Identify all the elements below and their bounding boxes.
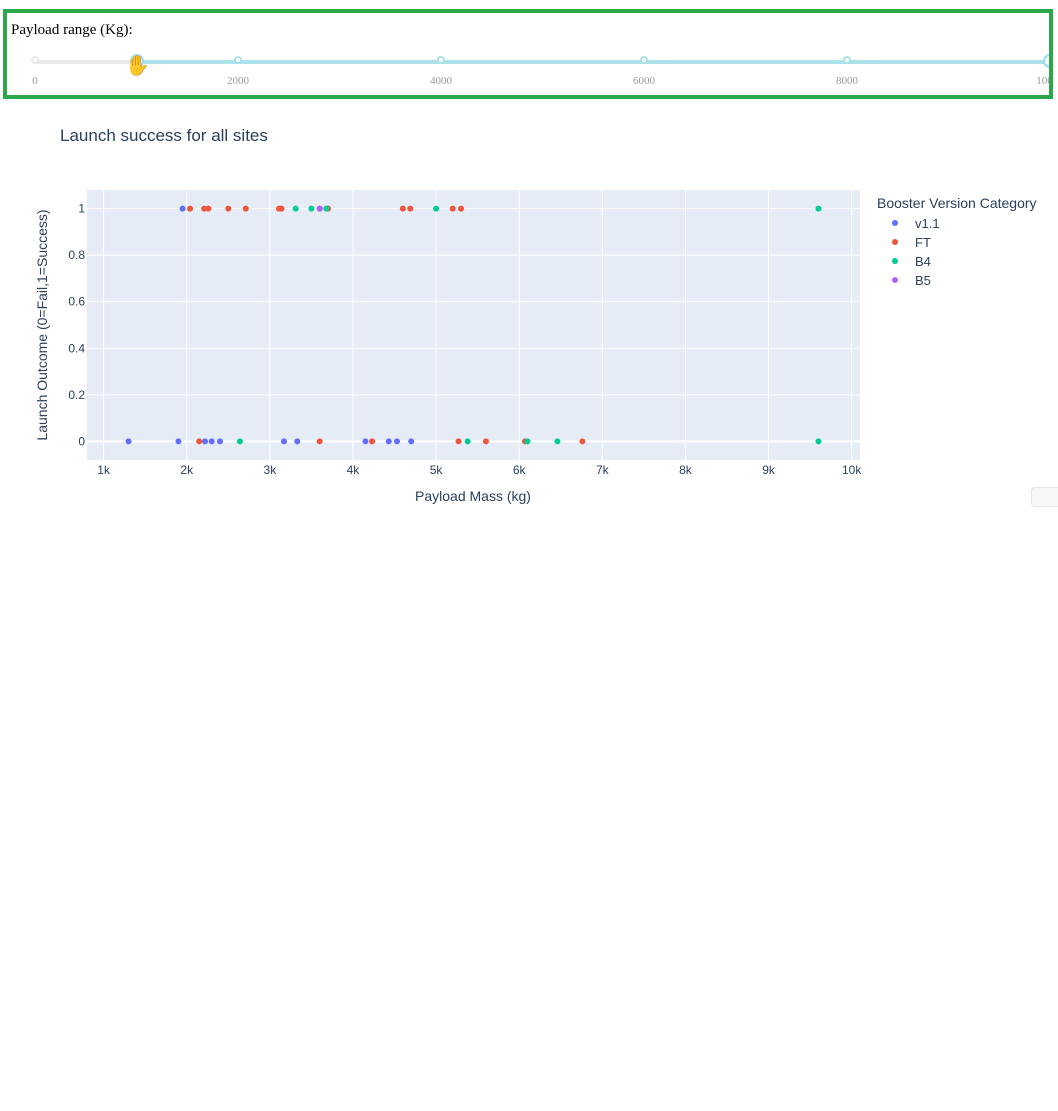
slider-mark-dot[interactable] (437, 56, 445, 64)
y-tick-label: 0.8 (68, 248, 85, 262)
data-point[interactable] (362, 438, 369, 445)
legend-marker (892, 220, 898, 226)
y-axis-ticks: 0 0.2 0.4 0.6 0.8 1 (68, 202, 85, 449)
data-point[interactable] (458, 205, 465, 212)
data-point[interactable] (385, 438, 392, 445)
slider-handle-min[interactable] (129, 54, 144, 68)
data-point[interactable] (280, 438, 287, 445)
slider-mark-label: 0 (32, 75, 38, 87)
data-point[interactable] (216, 438, 223, 445)
slider-handle-max[interactable] (1043, 54, 1049, 68)
data-point[interactable] (524, 438, 531, 445)
data-point[interactable] (278, 205, 285, 212)
data-point[interactable] (196, 438, 203, 445)
payload-range-panel: Payload range (Kg): 0 2000 4000 6000 8000 100… (3, 9, 1053, 99)
data-point[interactable] (579, 438, 586, 445)
series-B5 (316, 205, 323, 212)
legend-item[interactable]: v1.1 (892, 216, 940, 231)
x-tick-label: 2k (180, 463, 194, 477)
data-point[interactable] (179, 205, 186, 212)
data-point[interactable] (408, 438, 415, 445)
data-point[interactable] (208, 438, 215, 445)
slider-mark-dot[interactable] (234, 56, 242, 64)
data-point[interactable] (433, 205, 440, 212)
legend-item[interactable]: B4 (892, 254, 931, 269)
data-point[interactable] (399, 205, 406, 212)
x-axis-ticks: 1k 2k 3k 4k 5k 6k 7k 8k 9k 10k (97, 463, 862, 477)
data-point[interactable] (815, 205, 822, 212)
legend-marker (892, 239, 898, 245)
slider-mark-dot[interactable] (843, 56, 851, 64)
data-point[interactable] (449, 205, 456, 212)
data-point[interactable] (236, 438, 243, 445)
x-tick-label: 4k (347, 463, 361, 477)
modebar-button[interactable] (1031, 487, 1058, 507)
slider-mark-label: 4000 (430, 75, 452, 87)
data-point[interactable] (308, 205, 315, 212)
legend-label: v1.1 (915, 216, 940, 231)
y-tick-label: 0.2 (68, 388, 85, 402)
slider-mark-label: 6000 (633, 75, 655, 87)
legend-marker (892, 258, 898, 264)
x-tick-label: 8k (679, 463, 693, 477)
x-axis-label: Payload Mass (kg) (415, 488, 531, 504)
y-tick-label: 0 (78, 434, 85, 448)
data-point[interactable] (225, 205, 232, 212)
x-tick-label: 5k (430, 463, 444, 477)
slider-mark-label: 10000 (1036, 75, 1053, 87)
x-tick-label: 7k (596, 463, 610, 477)
data-point[interactable] (175, 438, 182, 445)
x-tick-label: 10k (842, 463, 862, 477)
x-tick-label: 3k (264, 463, 278, 477)
data-point[interactable] (202, 438, 209, 445)
x-tick-label: 6k (513, 463, 527, 477)
y-tick-label: 0.4 (68, 341, 85, 355)
payload-range-label: Payload range (Kg): (11, 22, 133, 38)
scatter-chart: Launch success for all sites 1k 2k 3k 4k 5k 6… (34, 126, 1037, 504)
legend: v1.1 FT B4 B5 (892, 216, 940, 288)
y-axis-label: Launch Outcome (0=Fail,1=Success) (34, 209, 50, 440)
slider-track[interactable] (136, 60, 1049, 64)
legend-title: Booster Version Category (877, 195, 1037, 211)
slider-mark-label: 2000 (227, 75, 249, 87)
slider-mark-dot[interactable] (31, 56, 39, 64)
legend-item[interactable]: FT (892, 235, 931, 250)
data-point[interactable] (407, 205, 414, 212)
legend-item[interactable]: B5 (892, 273, 931, 288)
data-point[interactable] (482, 438, 489, 445)
data-point[interactable] (316, 438, 323, 445)
plot-area (87, 190, 860, 460)
data-point[interactable] (369, 438, 376, 445)
legend-label: B4 (915, 254, 931, 269)
data-point[interactable] (455, 438, 462, 445)
data-point[interactable] (464, 438, 471, 445)
data-point[interactable] (815, 438, 822, 445)
data-point[interactable] (316, 205, 323, 212)
x-tick-label: 1k (97, 463, 111, 477)
slider-mark-dot[interactable] (640, 56, 648, 64)
data-point[interactable] (554, 438, 561, 445)
data-point[interactable] (294, 438, 301, 445)
chart-title: Launch success for all sites (60, 126, 268, 145)
data-point[interactable] (394, 438, 401, 445)
data-point[interactable] (125, 438, 132, 445)
data-point[interactable] (187, 205, 194, 212)
slider-mark-label: 8000 (836, 75, 858, 87)
legend-marker (892, 277, 898, 283)
data-point[interactable] (323, 205, 330, 212)
data-point[interactable] (292, 205, 299, 212)
y-tick-label: 0.6 (68, 295, 85, 309)
data-point[interactable] (205, 205, 212, 212)
legend-label: FT (915, 235, 931, 250)
data-point[interactable] (242, 205, 249, 212)
y-tick-label: 1 (78, 202, 85, 216)
x-tick-label: 9k (762, 463, 776, 477)
legend-label: B5 (915, 273, 931, 288)
